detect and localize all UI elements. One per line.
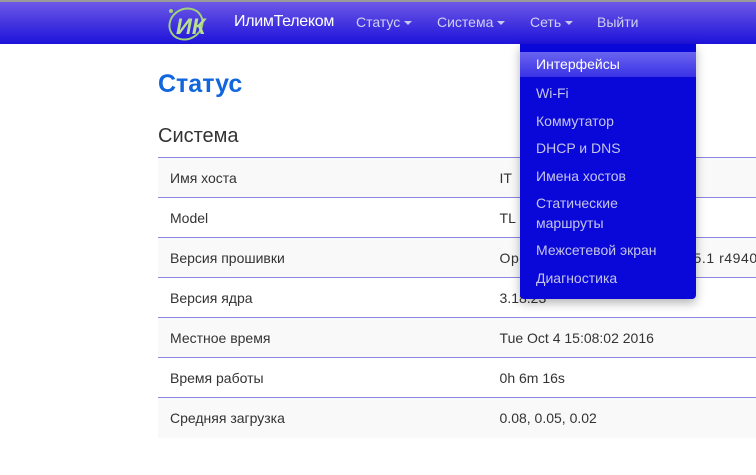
row-label: Местное время — [158, 317, 488, 358]
menu-item-static-routes[interactable]: Статические маршруты — [520, 193, 670, 233]
nav-system-label: Система — [437, 14, 494, 30]
menu-item-dhcp-dns[interactable]: DHCP и DNS — [520, 138, 696, 158]
brand-name[interactable]: ИлимТелеком — [234, 13, 334, 31]
row-label: Версия ядра — [158, 277, 488, 318]
row-value: Tue Oct 4 15:08:02 2016 — [487, 317, 756, 358]
row-label: Средняя загрузка — [158, 397, 488, 438]
nav-network-label: Сеть — [530, 14, 562, 30]
caret-down-icon — [565, 21, 574, 26]
svg-text:ИК: ИК — [176, 14, 207, 39]
nav-status[interactable]: Статус — [356, 14, 413, 30]
nav-logout[interactable]: Выйти — [597, 14, 638, 30]
section-title: Система — [158, 125, 239, 147]
row-label: Время работы — [158, 357, 488, 398]
menu-item-wifi[interactable]: Wi-Fi — [520, 83, 696, 103]
row-value: 0h 6m 16s — [487, 357, 756, 398]
navbar: ИК ИлимТелеком Статус Система Сеть Выйти — [0, 0, 756, 44]
menu-item-firewall[interactable]: Межсетевой экран — [520, 240, 696, 260]
page-title: Статус — [158, 70, 243, 98]
menu-item-diagnostics[interactable]: Диагностика — [520, 268, 696, 288]
table-row: Средняя загрузка 0.08, 0.05, 0.02 — [158, 397, 756, 438]
network-dropdown-menu: Интерфейсы Wi-Fi Коммутатор DHCP и DNS И… — [520, 44, 696, 299]
caret-down-icon — [497, 21, 506, 26]
row-label: Версия прошивки — [158, 237, 488, 278]
row-label: Model — [158, 197, 488, 238]
menu-item-switch[interactable]: Коммутатор — [520, 111, 696, 131]
nav-system[interactable]: Система — [437, 14, 506, 30]
menu-item-interfaces[interactable]: Интерфейсы — [520, 52, 696, 77]
caret-down-icon — [404, 21, 413, 26]
table-row: Время работы 0h 6m 16s — [158, 357, 756, 398]
menu-item-hostnames[interactable]: Имена хостов — [520, 166, 696, 186]
nav-status-label: Статус — [356, 14, 401, 30]
nav-network[interactable]: Сеть — [530, 14, 574, 30]
table-row: Местное время Tue Oct 4 15:08:02 2016 — [158, 317, 756, 358]
row-label: Имя хоста — [158, 157, 488, 198]
row-value: 0.08, 0.05, 0.02 — [487, 397, 756, 438]
logo-icon[interactable]: ИК — [164, 4, 226, 44]
